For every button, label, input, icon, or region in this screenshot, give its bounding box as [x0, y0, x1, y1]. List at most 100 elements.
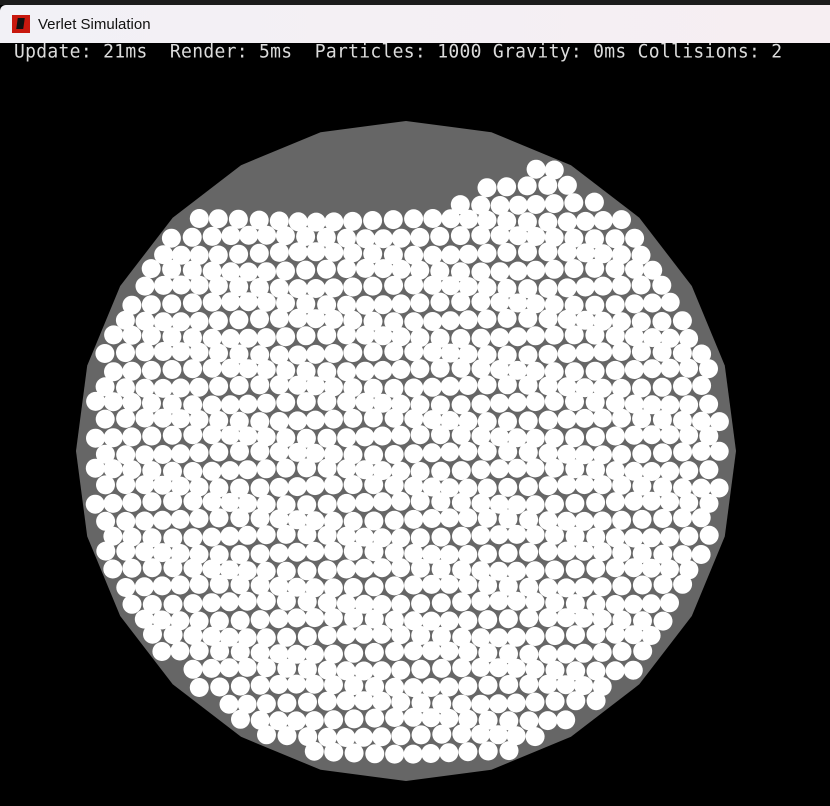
- particle: [403, 744, 423, 764]
- particle: [566, 661, 586, 681]
- particle: [249, 243, 269, 263]
- particle: [391, 461, 411, 481]
- particle: [544, 295, 564, 315]
- particle: [297, 627, 317, 646]
- particle: [238, 328, 258, 348]
- particle: [631, 245, 651, 265]
- particle: [135, 311, 155, 331]
- particle: [441, 245, 461, 265]
- stats-overlay: Update: 21ms Render: 5ms Particles: 1000…: [14, 40, 783, 63]
- particle: [545, 494, 564, 514]
- particle: [526, 326, 545, 346]
- particle: [432, 658, 452, 678]
- particle: [202, 328, 222, 348]
- particle: [625, 228, 645, 248]
- particle: [642, 328, 662, 348]
- particle: [477, 375, 497, 395]
- particle: [364, 577, 384, 597]
- particle: [219, 658, 239, 678]
- particle: [286, 711, 306, 731]
- particle: [410, 462, 430, 481]
- particle: [237, 591, 257, 611]
- particle: [383, 245, 403, 265]
- particle: [209, 376, 229, 396]
- particle: [372, 661, 392, 681]
- particle: [116, 511, 136, 531]
- particle: [183, 594, 203, 614]
- particle: [490, 196, 510, 215]
- particle: [593, 342, 613, 362]
- particle: [498, 477, 518, 497]
- particle: [183, 395, 203, 415]
- particle: [202, 292, 222, 312]
- particle: [171, 378, 191, 398]
- particle: [208, 209, 228, 229]
- particle: [238, 460, 258, 480]
- particle: [410, 293, 430, 313]
- particle: [653, 509, 673, 528]
- particle: [336, 559, 356, 579]
- particle: [544, 160, 564, 180]
- particle: [116, 445, 136, 465]
- particle: [404, 444, 424, 464]
- particle: [557, 511, 576, 531]
- particle: [189, 377, 209, 397]
- particle: [624, 528, 644, 548]
- particle: [586, 493, 606, 512]
- particle: [544, 325, 564, 345]
- particle: [288, 411, 308, 431]
- particle: [692, 376, 712, 395]
- particle: [170, 641, 190, 661]
- particle: [642, 359, 662, 379]
- particle: [354, 661, 374, 681]
- particle: [116, 343, 135, 363]
- particle: [497, 345, 517, 365]
- particle: [545, 626, 565, 646]
- particle: [538, 279, 558, 298]
- particle: [373, 295, 393, 315]
- particle: [208, 245, 228, 265]
- particle: [458, 244, 478, 264]
- particle: [364, 511, 384, 531]
- particle: [324, 409, 343, 429]
- particle: [477, 243, 497, 263]
- particle: [220, 461, 240, 481]
- simulation-canvas[interactable]: [0, 43, 830, 806]
- particle: [497, 308, 517, 328]
- particle: [458, 545, 478, 564]
- particle: [189, 678, 209, 697]
- particle: [363, 276, 383, 296]
- particle: [306, 212, 326, 232]
- particle: [250, 675, 270, 695]
- particle: [277, 693, 297, 713]
- particle: [288, 212, 308, 232]
- particle: [391, 660, 411, 680]
- particle: [202, 461, 222, 481]
- particle: [478, 675, 498, 695]
- particle: [189, 574, 209, 594]
- particle: [372, 727, 392, 747]
- particle: [605, 492, 625, 512]
- particle: [276, 428, 296, 448]
- particle: [365, 744, 385, 764]
- particle: [162, 425, 182, 445]
- particle: [230, 478, 250, 498]
- particle: [152, 576, 172, 596]
- particle: [202, 658, 221, 678]
- particle: [385, 744, 405, 764]
- particle: [142, 426, 162, 446]
- particle: [355, 493, 375, 512]
- particle: [411, 594, 431, 614]
- particle: [451, 262, 470, 282]
- particle: [256, 525, 276, 545]
- particle: [451, 329, 471, 348]
- particle: [189, 245, 209, 265]
- particle: [450, 195, 470, 215]
- particle: [432, 694, 452, 714]
- particle: [256, 494, 276, 514]
- particle: [525, 428, 545, 448]
- title-bar[interactable]: Verlet Simulation: [0, 5, 830, 43]
- particle: [439, 611, 459, 631]
- particle: [507, 561, 527, 581]
- particle: [171, 312, 191, 332]
